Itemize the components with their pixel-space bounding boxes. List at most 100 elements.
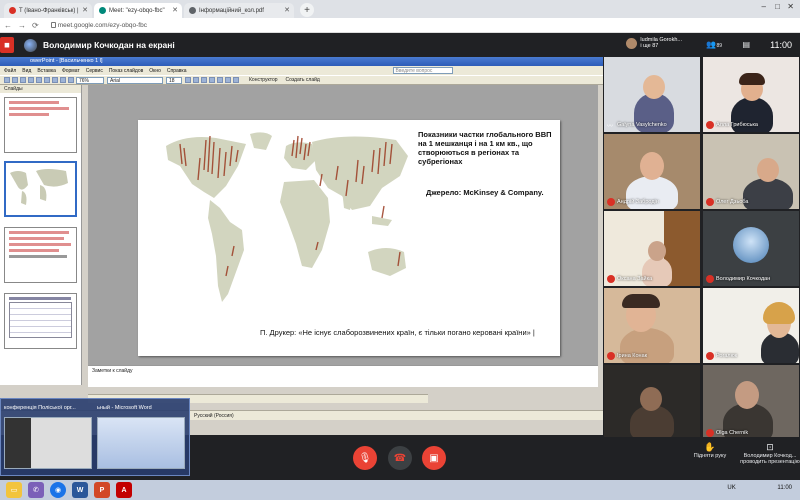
slide-thumbnail[interactable] xyxy=(4,293,77,349)
new-icon[interactable] xyxy=(4,77,10,83)
menu-item[interactable]: Вид xyxy=(22,68,31,74)
menu-item[interactable]: Справка xyxy=(167,68,187,74)
camera-toggle-button[interactable]: ▣ xyxy=(422,446,446,470)
new-tab-button[interactable]: + xyxy=(300,3,314,17)
slide-thumbnail[interactable] xyxy=(4,227,77,283)
bullets-icon[interactable] xyxy=(225,77,231,83)
slide-canvas: Показники частки глобального ВВП на 1 ме… xyxy=(88,85,598,385)
participant-chip[interactable]: ludmila Gorokh... і ще 87 xyxy=(626,37,682,49)
back-icon[interactable]: ← xyxy=(4,21,12,30)
menu-item[interactable]: Окно xyxy=(149,68,161,74)
close-tab-icon[interactable]: ✕ xyxy=(172,6,178,14)
chrome-icon[interactable]: ◉ xyxy=(50,482,66,498)
tray-clock[interactable]: 11:00 xyxy=(777,485,792,491)
slide-source: Джерело: McKinsey & Company. xyxy=(426,188,544,197)
slide-thumbnail[interactable] xyxy=(4,97,77,153)
mic-off-icon xyxy=(706,429,714,437)
mic-toggle-button[interactable]: 🎙 xyxy=(353,446,377,470)
participant-tile[interactable]: Володимир Кочкодан xyxy=(703,211,799,286)
close-tab-icon[interactable]: ✕ xyxy=(82,6,88,14)
open-icon[interactable] xyxy=(12,77,18,83)
participant-tile[interactable]: Олег Дзьоба xyxy=(703,134,799,209)
powerpoint-icon[interactable]: P xyxy=(94,482,110,498)
presenter-line2: проводить презентацію xyxy=(740,459,800,465)
participant-name: Андрій Забродін xyxy=(617,199,659,205)
mic-off-icon: 🎙 xyxy=(358,452,372,464)
preview-item-meet[interactable]: конференція Поліської орг... xyxy=(4,405,92,469)
paste-icon[interactable] xyxy=(52,77,58,83)
mic-off-icon xyxy=(706,352,714,360)
underline-icon[interactable] xyxy=(201,77,207,83)
address-bar: ← → ⟳ meet.google.com/ezy-obqo-fbc xyxy=(0,18,800,33)
close-window-button[interactable]: ✕ xyxy=(787,2,794,11)
zoom-select[interactable]: 76% xyxy=(76,76,104,84)
participant-tile[interactable]: Андрій Забродін xyxy=(604,134,700,209)
acrobat-icon[interactable]: A xyxy=(116,482,132,498)
menu-item[interactable]: Вставка xyxy=(37,68,56,74)
cut-icon[interactable] xyxy=(36,77,42,83)
menu-item[interactable]: Сервис xyxy=(86,68,103,74)
minimize-button[interactable]: – xyxy=(762,2,766,11)
font-color-icon[interactable] xyxy=(233,77,239,83)
mic-off-icon xyxy=(706,198,714,206)
slide-thumbnail-selected[interactable] xyxy=(4,161,77,217)
help-search-input[interactable]: Введите вопрос xyxy=(392,67,453,74)
close-tab-icon[interactable]: ✕ xyxy=(284,6,290,14)
browser-tab-1[interactable]: T (Івано-Франківськ) | ✕ xyxy=(4,3,92,18)
font-select[interactable]: Arial xyxy=(107,76,163,84)
language-indicator[interactable]: UK xyxy=(727,485,735,491)
forward-icon[interactable]: → xyxy=(18,21,26,30)
reload-icon[interactable]: ⟳ xyxy=(32,21,39,30)
participant-tile[interactable] xyxy=(604,365,700,440)
align-left-icon[interactable] xyxy=(209,77,215,83)
undo-icon[interactable] xyxy=(60,77,66,83)
participant-grid: 〰 Galyna Vasylchenko Алла Грибюська Андр… xyxy=(603,57,800,440)
browser-tab-2[interactable]: Meet: "ezy-obqo-fbc" ✕ xyxy=(94,3,182,18)
participant-tile[interactable]: 〰 Galyna Vasylchenko xyxy=(604,57,700,132)
notes-field[interactable]: Заметки к слайду xyxy=(88,365,598,387)
slide-title: Показники частки глобального ВВП на 1 ме… xyxy=(418,130,552,166)
leave-call-button[interactable]: ☎ xyxy=(388,446,412,470)
save-icon[interactable] xyxy=(20,77,26,83)
stop-presenting-button[interactable]: ◼ xyxy=(0,37,14,53)
print-icon[interactable] xyxy=(28,77,34,83)
viber-icon[interactable]: ✆ xyxy=(28,482,44,498)
mic-off-icon xyxy=(607,198,615,206)
word-icon[interactable]: W xyxy=(72,482,88,498)
new-slide-button[interactable]: Создать слайд xyxy=(286,77,320,83)
presenter-status[interactable]: ⊡ Володимир Кочкод... проводить презента… xyxy=(740,443,800,466)
raise-hand-button[interactable]: ✋ Підняти руку xyxy=(680,442,740,459)
participant-name: Володимир Кочкодан xyxy=(716,276,771,282)
participant-tile[interactable]: Рогалюк xyxy=(703,288,799,363)
copy-icon[interactable] xyxy=(44,77,50,83)
mic-off-icon xyxy=(607,352,615,360)
menu-item[interactable]: Файл xyxy=(4,68,16,74)
maximize-button[interactable]: □ xyxy=(775,2,780,11)
participant-tile[interactable]: Ірина Конак xyxy=(604,288,700,363)
chart-icon[interactable] xyxy=(68,77,74,83)
browser-tab-3[interactable]: Інформаційний_кол.pdf ✕ xyxy=(184,3,294,18)
design-button[interactable]: Конструктор xyxy=(249,77,278,83)
hand-icon: ✋ xyxy=(704,442,716,452)
participant-name: Оксана Зайка xyxy=(617,276,653,282)
participant-tile[interactable]: Olga Chernik xyxy=(703,365,799,440)
chat-icon[interactable]: ▤ xyxy=(742,40,750,49)
people-icon[interactable]: 👥 xyxy=(706,40,716,49)
url-field[interactable]: meet.google.com/ezy-obqo-fbc xyxy=(58,22,147,29)
participant-tile[interactable]: Алла Грибюська xyxy=(703,57,799,132)
ppt-menu-bar: Файл Вид Вставка Формат Сервис Показ сла… xyxy=(0,66,603,75)
ppt-title-bar: owerPoint - [Васильченко 1 l] xyxy=(0,57,603,66)
presenter-line1: Володимир Кочкод... xyxy=(743,452,797,459)
mic-off-icon xyxy=(706,121,714,129)
bold-icon[interactable] xyxy=(185,77,191,83)
menu-item[interactable]: Формат xyxy=(62,68,80,74)
participant-tile[interactable]: Оксана Зайка xyxy=(604,211,700,286)
font-size-select[interactable]: 18 xyxy=(166,76,182,84)
italic-icon[interactable] xyxy=(193,77,199,83)
folder-icon[interactable]: ▭ xyxy=(6,482,22,498)
align-center-icon[interactable] xyxy=(217,77,223,83)
menu-item[interactable]: Показ слайдов xyxy=(109,68,143,74)
preview-item-word[interactable]: ьный - Microsoft Word xyxy=(97,405,185,469)
map-thumbnail xyxy=(6,163,75,215)
call-controls: 🎙 ☎ ▣ ✋ Підняти руку ⊡ Володимир Кочкод.… xyxy=(190,437,800,480)
